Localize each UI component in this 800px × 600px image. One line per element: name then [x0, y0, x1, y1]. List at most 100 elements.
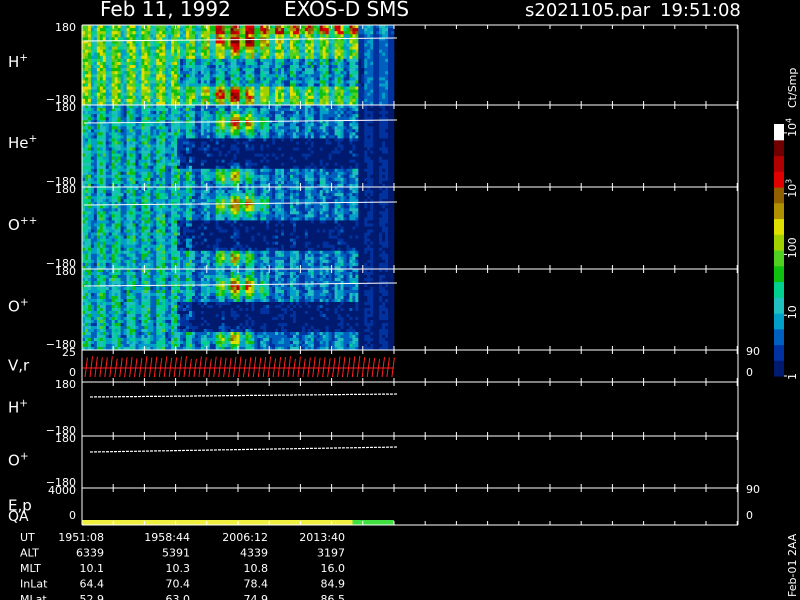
heatmap-cell: [391, 52, 395, 57]
heatmap-cell: [298, 83, 303, 87]
heatmap-cell: [126, 168, 130, 173]
heatmap-cell: [334, 77, 338, 81]
heatmap-cell: [135, 168, 139, 173]
heatmap-cell: [382, 77, 386, 81]
heatmap-cell: [355, 89, 359, 93]
heatmap-cell: [355, 40, 359, 44]
heatmap-cell: [349, 34, 353, 38]
heatmap-cell: [224, 144, 228, 148]
heatmap-cell: [275, 153, 279, 157]
heatmap-cell: [307, 40, 312, 44]
heatmap-cell: [197, 138, 202, 142]
heatmap-cell: [319, 174, 323, 179]
heatmap-cell: [301, 135, 306, 139]
heatmap-cell: [191, 159, 196, 164]
heatmap-cell: [194, 86, 199, 90]
heatmap-cell: [281, 141, 285, 145]
heatmap-cell: [278, 117, 282, 121]
heatmap-cell: [174, 80, 178, 84]
heatmap-cell: [138, 135, 142, 139]
heatmap-cell: [120, 174, 124, 179]
heatmap-cell: [105, 108, 110, 112]
heatmap-cell: [215, 111, 219, 115]
heatmap-cell: [162, 86, 166, 90]
heatmap-cell: [230, 144, 234, 148]
heatmap-cell: [301, 150, 306, 154]
heatmap-cell: [200, 83, 205, 87]
heatmap-cell: [284, 68, 288, 72]
heatmap-cell: [230, 153, 234, 157]
heatmap-cell: [242, 126, 246, 130]
heatmap-cell: [325, 31, 329, 35]
heatmap-cell: [194, 55, 199, 60]
heatmap-cell: [328, 46, 332, 50]
heatmap-cell: [221, 168, 225, 173]
heatmap-cell: [117, 28, 121, 32]
heatmap-cell: [191, 58, 196, 63]
heatmap-cell: [87, 74, 92, 78]
heatmap-cell: [260, 68, 264, 72]
heatmap-cell: [385, 98, 389, 103]
heatmap-cell: [221, 61, 225, 66]
heatmap-cell: [275, 138, 279, 142]
heatmap-cell: [248, 74, 252, 78]
heatmap-cell: [290, 98, 294, 103]
heatmap-cell: [310, 77, 315, 81]
heatmap-cell: [200, 49, 205, 53]
heatmap-cell: [224, 68, 228, 72]
heatmap-cell: [269, 174, 273, 179]
heatmap-cell: [275, 58, 279, 63]
heatmap-cell: [254, 108, 258, 112]
heatmap-cell: [123, 108, 127, 112]
heatmap-cell: [388, 49, 392, 53]
heatmap-cell: [153, 61, 157, 66]
heatmap-cell: [144, 46, 148, 50]
heatmap-cell: [206, 95, 211, 100]
heatmap-cell: [174, 111, 178, 115]
heatmap-cell: [96, 132, 101, 136]
heatmap-cell: [123, 86, 127, 90]
heatmap-cell: [171, 43, 175, 47]
heatmap-cell: [275, 83, 279, 87]
heatmap-cell: [162, 159, 166, 164]
heatmap-cell: [99, 180, 104, 185]
heatmap-cell: [266, 80, 270, 84]
heatmap-cell: [209, 111, 214, 115]
heatmap-cell: [248, 77, 252, 81]
heatmap-cell: [379, 52, 383, 57]
heatmap-cell: [310, 46, 315, 50]
heatmap-cell: [307, 162, 312, 167]
heatmap-cell: [388, 58, 392, 63]
heatmap-cell: [290, 31, 294, 35]
heatmap-cell: [376, 92, 380, 97]
heatmap-cell: [150, 114, 154, 118]
heatmap-cell: [251, 126, 255, 130]
heatmap-cell: [141, 117, 145, 121]
heatmap-cell: [168, 31, 172, 35]
heatmap-cell: [90, 43, 95, 47]
heatmap-cell: [376, 49, 380, 53]
heatmap-cell: [144, 135, 148, 139]
heatmap-cell: [186, 55, 190, 60]
heatmap-cell: [391, 34, 395, 38]
heatmap-cell: [349, 61, 353, 66]
heatmap-cell: [218, 43, 222, 47]
heatmap-cell: [93, 111, 98, 115]
heatmap-cell: [349, 68, 353, 72]
heatmap-cell: [328, 74, 332, 78]
heatmap-cell: [331, 83, 335, 87]
heatmap-cell: [295, 126, 300, 130]
heatmap-cell: [156, 159, 160, 164]
heatmap-cell: [108, 147, 113, 151]
heatmap-cell: [206, 147, 211, 151]
heatmap-cell: [295, 31, 300, 35]
heatmap-cell: [147, 77, 151, 81]
heatmap-cell: [340, 61, 344, 66]
heatmap-cell: [177, 159, 181, 164]
heatmap-cell: [367, 68, 371, 72]
heatmap-cell: [391, 43, 395, 47]
heatmap-cell: [117, 174, 121, 179]
heatmap-cell: [111, 58, 115, 63]
heatmap-cell: [138, 165, 142, 170]
heatmap-cell: [194, 135, 199, 139]
